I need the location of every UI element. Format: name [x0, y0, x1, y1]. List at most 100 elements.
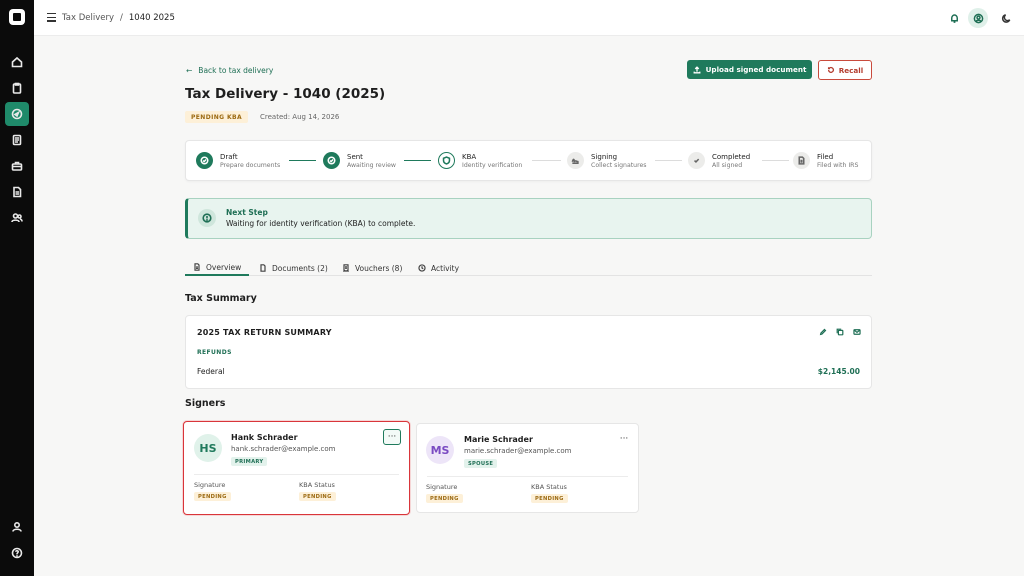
info-icon [198, 209, 216, 227]
document-icon[interactable] [5, 128, 29, 152]
check-icon [323, 152, 340, 169]
step-subtitle: Awaiting review [347, 162, 396, 169]
more-options-button[interactable]: ··· [615, 431, 633, 447]
edit-icon[interactable] [819, 328, 827, 336]
page-title: Tax Delivery - 1040 (2025) [185, 86, 386, 102]
signer-card-hank[interactable]: HS Hank Schrader hank.schrader@example.c… [183, 421, 410, 515]
signer-name: Marie Schrader [464, 435, 533, 444]
signature-status-badge: PENDING [426, 494, 463, 503]
step-title: Completed [712, 153, 751, 161]
avatar: MS [426, 436, 454, 464]
step-title: Sent [347, 153, 363, 161]
upload-signed-document-button[interactable]: Upload signed document [687, 60, 812, 79]
briefcase-icon[interactable] [5, 154, 29, 178]
more-options-button[interactable]: ··· [383, 429, 401, 445]
avatar: HS [194, 434, 222, 462]
breadcrumb-tax-delivery[interactable]: Tax Delivery [62, 13, 114, 23]
step-subtitle: Identity verification [462, 162, 523, 169]
recall-icon [827, 66, 834, 73]
summary-card-title: 2025 TAX RETURN SUMMARY [197, 328, 332, 337]
top-bar: Tax Delivery / 1040 2025 [34, 0, 1024, 36]
step-kba: KBA Identity verification [438, 152, 522, 170]
signature-icon [567, 152, 584, 169]
mail-icon[interactable] [853, 328, 861, 336]
tab-vouchers[interactable]: Vouchers (8) [342, 260, 402, 276]
tab-label: Vouchers (8) [355, 263, 403, 273]
step-filed: Filed Filed with IRS [793, 152, 858, 170]
step-signing: Signing Collect signatures [567, 152, 647, 170]
tab-label: Overview [206, 262, 242, 272]
tab-overview[interactable]: Overview [185, 260, 250, 276]
breadcrumb: Tax Delivery / 1040 2025 [62, 13, 175, 23]
copy-icon[interactable] [836, 328, 844, 336]
clipboard-icon[interactable] [5, 76, 29, 100]
step-connector [404, 160, 431, 162]
federal-label: Federal [197, 367, 225, 376]
account-icon[interactable] [968, 8, 988, 28]
step-draft: Draft Prepare documents [196, 152, 280, 170]
step-connector [762, 160, 789, 161]
signature-label: Signature [426, 483, 458, 491]
breadcrumb-current: 1040 2025 [128, 13, 175, 23]
step-subtitle: Prepare documents [220, 162, 281, 169]
step-connector [532, 160, 561, 161]
tax-delivery-icon[interactable] [5, 102, 29, 126]
tab-documents[interactable]: Documents (2) [259, 260, 328, 276]
refunds-label: REFUNDS [197, 349, 232, 356]
step-sent: Sent Awaiting review [323, 152, 396, 170]
signer-card-marie[interactable]: MS Marie Schrader marie.schrader@example… [416, 423, 639, 513]
created-date: Created: Aug 14, 2026 [260, 113, 340, 121]
tab-label: Activity [431, 263, 460, 273]
check-icon [196, 152, 213, 169]
breadcrumb-separator: / [120, 13, 123, 23]
kba-status-label: KBA Status [299, 481, 335, 489]
role-badge: SPOUSE [464, 459, 498, 468]
next-step-banner: Next Step Waiting for identity verificat… [185, 198, 872, 239]
signer-email: marie.schrader@example.com [464, 447, 572, 455]
step-title: Signing [591, 153, 618, 161]
home-icon[interactable] [5, 50, 29, 74]
app-logo[interactable] [9, 9, 25, 25]
divider [194, 474, 399, 475]
step-subtitle: All signed [712, 162, 743, 169]
signature-status-badge: PENDING [194, 492, 231, 501]
menu-icon[interactable] [47, 13, 56, 22]
receipt-icon [343, 264, 349, 272]
kba-status-badge: PENDING [531, 494, 568, 503]
tab-bar: Overview Documents (2) Vouchers (8) Acti… [185, 256, 872, 276]
tab-label: Documents (2) [272, 263, 328, 273]
clock-icon [418, 264, 426, 272]
sidebar [0, 0, 34, 576]
step-subtitle: Collect signatures [591, 162, 647, 169]
user-icon[interactable] [5, 515, 29, 539]
signer-email: hank.schrader@example.com [231, 445, 336, 453]
dark-mode-icon[interactable] [996, 8, 1016, 28]
file-icon[interactable] [5, 180, 29, 204]
tab-activity[interactable]: Activity [418, 260, 459, 276]
kba-status-badge: PENDING [299, 492, 336, 501]
step-completed: Completed All signed [688, 152, 750, 170]
progress-stepper: Draft Prepare documents Sent Awaiting revi… [185, 140, 872, 181]
users-icon[interactable] [5, 206, 29, 230]
step-title: Draft [220, 153, 238, 161]
next-step-text: Waiting for identity verification (KBA) … [226, 219, 416, 228]
step-subtitle: Filed with IRS [817, 162, 859, 169]
tax-summary-heading: Tax Summary [185, 293, 257, 304]
shield-icon [438, 152, 455, 169]
signature-label: Signature [194, 481, 226, 489]
tax-summary-card: 2025 TAX RETURN SUMMARY REFUNDS Federal … [185, 315, 872, 389]
back-label: Back to tax delivery [198, 66, 274, 75]
step-title: KBA [462, 153, 477, 161]
bell-icon[interactable] [944, 8, 964, 28]
document-icon [194, 263, 200, 271]
recall-button[interactable]: Recall [818, 60, 872, 80]
arrow-left-icon: ← [186, 66, 193, 75]
check-icon [688, 152, 705, 169]
help-icon[interactable] [5, 541, 29, 565]
federal-amount: $2,145.00 [817, 367, 860, 376]
kba-status-label: KBA Status [531, 483, 567, 491]
back-link[interactable]: ← Back to tax delivery [186, 66, 273, 75]
signer-name: Hank Schrader [231, 433, 298, 442]
upload-icon [693, 65, 701, 73]
recall-label: Recall [838, 65, 864, 75]
